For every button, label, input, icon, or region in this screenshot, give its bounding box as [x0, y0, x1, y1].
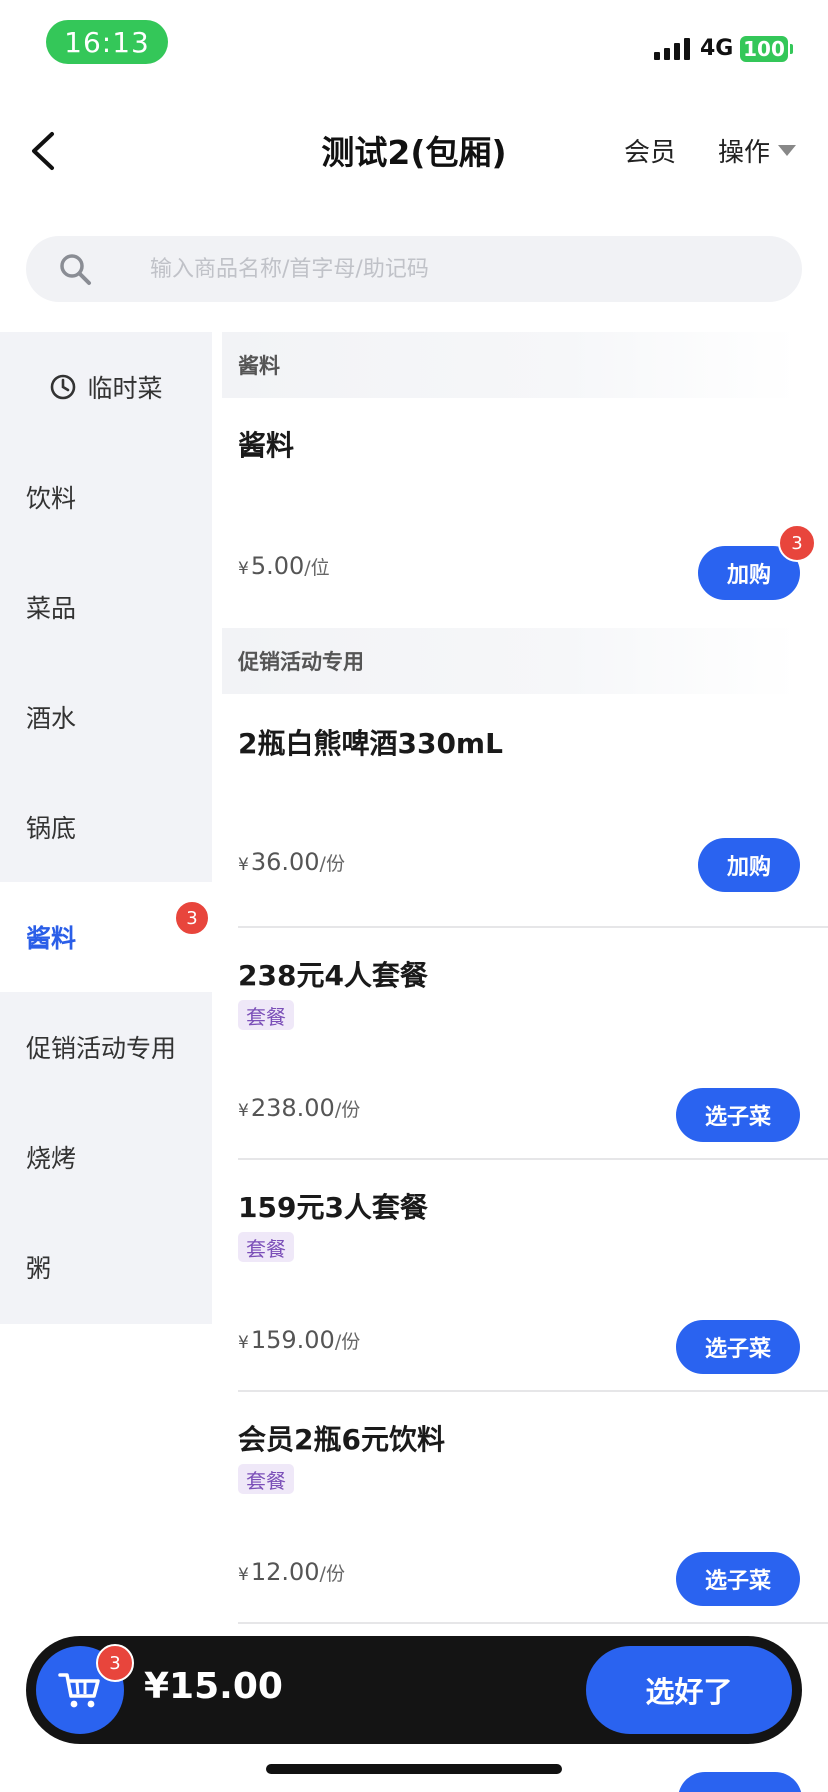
sidebar-item-promotion[interactable]: 促销活动专用: [0, 992, 212, 1102]
cart-count-badge: 3: [96, 1644, 134, 1682]
cart-total: ¥15.00: [144, 1666, 283, 1707]
partially-hidden-button: [678, 1772, 802, 1792]
sidebar-item-sauce[interactable]: 酱料 3: [0, 882, 212, 992]
product-item: 159元3人套餐 套餐 ¥ 159.00 /份 选子菜: [238, 1186, 828, 1386]
search-bar[interactable]: [26, 236, 802, 302]
choose-sub-dishes-button[interactable]: 选子菜: [676, 1552, 800, 1606]
choose-sub-dishes-button[interactable]: 选子菜: [676, 1088, 800, 1142]
product-list: 酱料 酱料 ¥ 5.00 /位 加购 3 促销活动专用 2瓶白熊啤酒330mL …: [222, 332, 828, 1632]
sidebar-item-label: 粥: [26, 1254, 52, 1283]
operations-menu[interactable]: 操作: [718, 132, 797, 169]
battery-icon: 100: [740, 36, 788, 62]
sidebar-item-drinks[interactable]: 饮料: [0, 442, 212, 552]
product-name: 酱料: [238, 429, 295, 462]
member-button[interactable]: 会员: [624, 132, 676, 169]
sidebar-item-label: 酱料: [26, 924, 77, 953]
signal-icon: [654, 36, 690, 60]
divider: [238, 1390, 828, 1392]
divider: [238, 1158, 828, 1160]
sidebar-item-porridge[interactable]: 粥: [0, 1212, 212, 1322]
combo-tag: 套餐: [238, 1000, 294, 1030]
product-name: 159元3人套餐: [238, 1191, 428, 1224]
shopping-cart-icon: [58, 1673, 100, 1708]
product-price: ¥ 12.00 /份: [238, 1558, 345, 1586]
section-header: 促销活动专用: [222, 628, 798, 694]
product-name: 会员2瓶6元饮料: [238, 1423, 445, 1456]
network-type: 4G: [700, 36, 734, 61]
sidebar-item-label: 饮料: [26, 484, 77, 513]
product-name: 2瓶白熊啤酒330mL: [238, 727, 503, 760]
product-item: 238元4人套餐 套餐 ¥ 238.00 /份 选子菜: [238, 954, 828, 1154]
clock-icon: [51, 374, 76, 400]
sidebar-item-label: 酒水: [26, 704, 77, 733]
add-to-cart-button[interactable]: 加购: [698, 838, 800, 892]
nav-bar: 测试2(包厢) 会员 操作: [0, 100, 828, 200]
page-title: 测试2(包厢): [321, 133, 507, 172]
sidebar-item-label: 烧烤: [26, 1144, 77, 1173]
product-name: 238元4人套餐: [238, 959, 428, 992]
section-header: 酱料: [222, 332, 798, 398]
search-icon: [60, 254, 91, 285]
product-item: 2瓶白熊啤酒330mL ¥ 36.00 /份 加购: [238, 722, 828, 902]
sidebar-item-alcohol[interactable]: 酒水: [0, 662, 212, 772]
product-price: ¥ 159.00 /份: [238, 1326, 361, 1354]
search-input[interactable]: [150, 236, 750, 302]
combo-tag: 套餐: [238, 1464, 294, 1494]
count-badge: 3: [174, 900, 210, 936]
product-price: ¥ 238.00 /份: [238, 1094, 361, 1122]
sidebar-item-bbq[interactable]: 烧烤: [0, 1102, 212, 1212]
sidebar-item-dishes[interactable]: 菜品: [0, 552, 212, 662]
divider: [238, 1622, 828, 1624]
sidebar-item-label: 菜品: [26, 594, 77, 623]
choose-sub-dishes-button[interactable]: 选子菜: [676, 1320, 800, 1374]
sidebar-item-hotpot-base[interactable]: 锅底: [0, 772, 212, 882]
operations-label: 操作: [718, 138, 771, 168]
product-price: ¥ 36.00 /份: [238, 848, 345, 876]
sidebar-item-label: 锅底: [26, 814, 77, 843]
back-icon[interactable]: [24, 128, 64, 174]
checkout-button[interactable]: 选好了: [586, 1646, 792, 1734]
caret-down-icon: [778, 145, 797, 156]
status-bar: 16:13 4G 100: [0, 0, 828, 90]
status-time: 16:13: [46, 20, 168, 64]
category-sidebar: 临时菜 饮料 菜品 酒水 锅底 酱料 3 促销活动专用 烧烤 粥: [0, 332, 212, 1324]
divider: [238, 926, 828, 928]
product-price: ¥ 5.00 /位: [238, 552, 330, 580]
count-badge: 3: [778, 524, 816, 562]
sidebar-item-label: 临时菜: [87, 374, 163, 403]
combo-tag: 套餐: [238, 1232, 294, 1262]
sidebar-item-temp-dish[interactable]: 临时菜: [0, 332, 212, 442]
battery-tip: [790, 44, 793, 54]
home-indicator: [266, 1764, 562, 1774]
product-item: 酱料 ¥ 5.00 /位 加购 3: [238, 424, 828, 624]
product-item: 会员2瓶6元饮料 套餐 ¥ 12.00 /份 选子菜: [238, 1418, 828, 1618]
cart-bar: 3 ¥15.00 选好了: [26, 1636, 802, 1744]
sidebar-item-label: 促销活动专用: [26, 1034, 177, 1063]
